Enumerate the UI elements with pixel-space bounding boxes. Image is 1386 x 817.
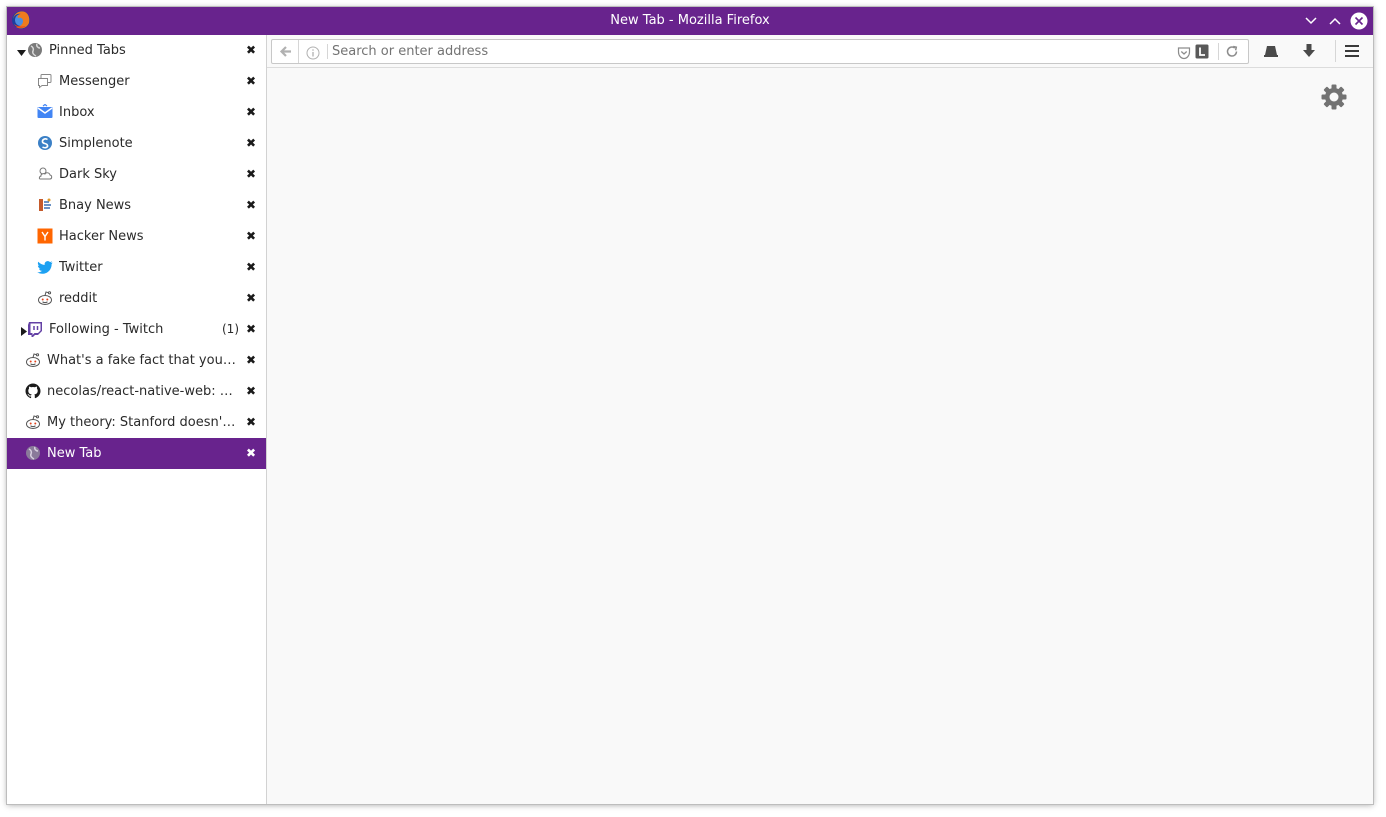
navigation-toolbar	[267, 35, 1373, 68]
simplenote-icon	[37, 135, 53, 151]
search-input[interactable]	[332, 40, 1112, 63]
close-tab-icon[interactable]: ✖	[245, 345, 257, 376]
inbox-icon	[37, 104, 53, 120]
tab-label: Twitter	[59, 260, 103, 275]
back-arrow-icon[interactable]	[272, 40, 299, 63]
reddit-icon	[25, 352, 41, 368]
globe-icon	[25, 445, 41, 461]
tab-bnay-news[interactable]: Bnay News ✖	[7, 190, 266, 221]
close-icon[interactable]	[1350, 12, 1368, 30]
tab-messenger[interactable]: Messenger ✖	[7, 66, 266, 97]
tab-label: necolas/react-native-web: R…	[47, 384, 237, 399]
messenger-icon	[37, 73, 53, 89]
close-tab-icon[interactable]: ✖	[245, 314, 257, 345]
close-tab-icon[interactable]: ✖	[245, 221, 257, 252]
new-tab-page	[267, 68, 1373, 804]
tab-reddit[interactable]: reddit ✖	[7, 283, 266, 314]
child-tab-count: (1)	[222, 322, 239, 336]
github-icon	[25, 383, 41, 399]
tab-following-twitch[interactable]: Following - Twitch (1) ✖	[7, 314, 266, 345]
pocket-icon[interactable]	[1177, 45, 1191, 60]
tab-reddit-fake-fact[interactable]: What's a fake fact that you b… ✖	[7, 345, 266, 376]
tab-twitter[interactable]: Twitter ✖	[7, 252, 266, 283]
expand-twisty-icon[interactable]	[17, 46, 26, 56]
gear-icon[interactable]	[1320, 83, 1348, 111]
tab-label: New Tab	[47, 446, 102, 461]
close-tab-icon[interactable]: ✖	[245, 376, 257, 407]
tab-inbox[interactable]: Inbox ✖	[7, 97, 266, 128]
tab-pinned-tabs[interactable]: Pinned Tabs ✖	[7, 35, 266, 66]
hacker-news-icon	[37, 228, 53, 244]
darksky-icon	[37, 166, 53, 182]
minimize-icon[interactable]	[1302, 12, 1320, 30]
url-separator	[327, 44, 328, 59]
close-tab-icon[interactable]: ✖	[245, 190, 257, 221]
close-tab-icon[interactable]: ✖	[245, 35, 257, 66]
bnay-news-icon	[37, 197, 53, 213]
hamburger-menu-icon[interactable]	[1343, 42, 1361, 60]
tab-label: Following - Twitch	[49, 322, 164, 337]
browser-window: New Tab - Mozilla Firefox Pinned Tabs ✖	[7, 7, 1373, 804]
tab-label: Inbox	[59, 105, 95, 120]
reddit-icon	[25, 414, 41, 430]
tab-dark-sky[interactable]: Dark Sky ✖	[7, 159, 266, 190]
reload-separator	[1218, 43, 1219, 60]
tab-simplenote[interactable]: Simplenote ✖	[7, 128, 266, 159]
maximize-icon[interactable]	[1326, 12, 1344, 30]
info-icon[interactable]	[306, 45, 320, 60]
globe-icon	[27, 42, 43, 58]
tab-hacker-news[interactable]: Hacker News ✖	[7, 221, 266, 252]
tab-label: Simplenote	[59, 136, 133, 151]
twitter-icon	[37, 259, 53, 275]
close-tab-icon[interactable]: ✖	[245, 159, 257, 190]
toolbar-separator	[1335, 40, 1336, 62]
tab-new-tab[interactable]: New Tab ✖	[7, 438, 266, 469]
close-tab-icon[interactable]: ✖	[245, 438, 257, 469]
reload-icon[interactable]	[1224, 44, 1240, 60]
tab-label: Dark Sky	[59, 167, 117, 182]
tab-label: My theory: Stanford doesn't …	[47, 415, 237, 430]
close-tab-icon[interactable]: ✖	[245, 252, 257, 283]
lastpass-icon[interactable]	[1195, 44, 1209, 59]
tab-reddit-stanford-theory[interactable]: My theory: Stanford doesn't … ✖	[7, 407, 266, 438]
tab-label: Bnay News	[59, 198, 132, 213]
download-icon[interactable]	[1300, 42, 1318, 60]
tab-github-react-native-web[interactable]: necolas/react-native-web: R… ✖	[7, 376, 266, 407]
window-title: New Tab - Mozilla Firefox	[610, 13, 770, 28]
close-tab-icon[interactable]: ✖	[245, 97, 257, 128]
close-tab-icon[interactable]: ✖	[245, 128, 257, 159]
title-bar[interactable]: New Tab - Mozilla Firefox	[7, 7, 1373, 35]
tab-label: reddit	[59, 291, 98, 306]
close-tab-icon[interactable]: ✖	[245, 283, 257, 314]
tab-label: What's a fake fact that you b…	[47, 353, 237, 368]
tab-label: Pinned Tabs	[49, 43, 126, 58]
close-tab-icon[interactable]: ✖	[245, 407, 257, 438]
tab-label: Hacker News	[59, 229, 144, 244]
twitch-icon	[27, 321, 43, 337]
tab-tree-sidebar: Pinned Tabs ✖ Messenger ✖ Inbox ✖ Simple…	[7, 35, 267, 804]
library-icon[interactable]	[1262, 42, 1280, 60]
tab-label: Messenger	[59, 74, 130, 89]
url-bar[interactable]	[271, 39, 1249, 64]
reddit-icon	[37, 290, 53, 306]
close-tab-icon[interactable]: ✖	[245, 66, 257, 97]
